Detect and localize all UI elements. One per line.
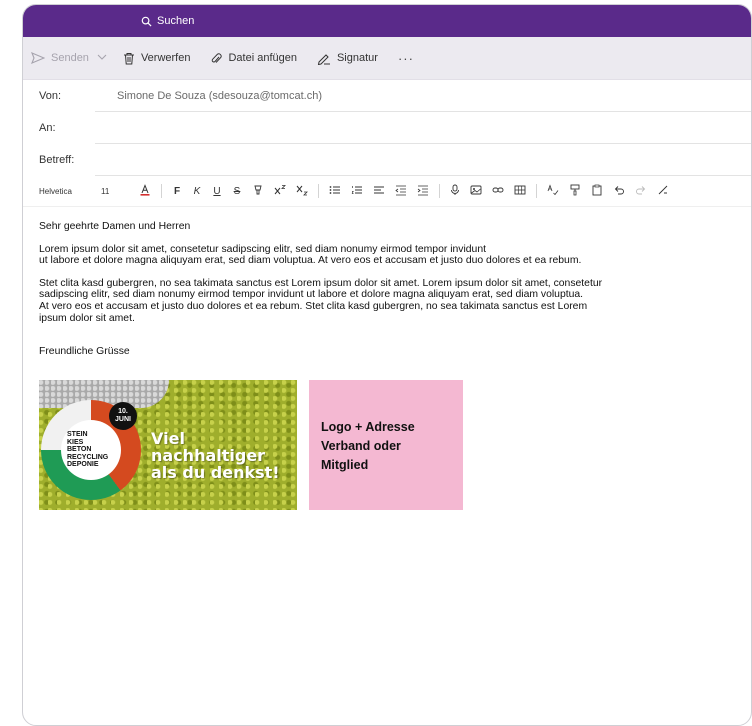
underline-button[interactable]: U bbox=[212, 186, 222, 197]
slogan-line: als du denkst! bbox=[151, 462, 280, 482]
closing: Freundliche Grüsse bbox=[39, 346, 130, 358]
campaign-banner-image: STEIN KIES BETON RECYCLING DEPONIE 10. J… bbox=[39, 379, 297, 510]
discard-button[interactable]: Verwerfen bbox=[123, 52, 191, 65]
banner-slogan: Viel nachhaltiger als du denkst! bbox=[151, 430, 297, 481]
toolbar-separator bbox=[536, 184, 537, 198]
mail-compose-window: Suchen Senden Verwerfen Datei anfügen Si… bbox=[22, 4, 752, 726]
search-box[interactable]: Suchen bbox=[141, 11, 194, 31]
highlight-icon[interactable] bbox=[252, 184, 264, 199]
text-line: ut labore et dolore magna aliquyam erat,… bbox=[39, 255, 582, 267]
greeting: Sehr geehrte Damen und Herren bbox=[39, 221, 191, 232]
attach-file-button[interactable]: Datei anfügen bbox=[210, 52, 297, 65]
trash-icon bbox=[123, 52, 135, 65]
toolbar-separator bbox=[439, 184, 440, 198]
formatting-toolbar: Helvetica 11 F K U S bbox=[23, 176, 751, 207]
send-options-chevron-down-icon[interactable] bbox=[97, 52, 107, 64]
date-month: JUNI bbox=[115, 415, 131, 423]
from-field[interactable]: Von: Simone De Souza (sdesouza@tomcat.ch… bbox=[23, 80, 751, 112]
logo-text-line: RECYCLING bbox=[67, 453, 109, 461]
paperclip-icon bbox=[210, 52, 223, 65]
signature-button[interactable]: Signatur bbox=[317, 52, 378, 65]
toolbar-separator bbox=[318, 184, 319, 198]
font-family-select[interactable]: Helvetica bbox=[39, 187, 91, 196]
increase-indent-icon[interactable] bbox=[417, 184, 429, 199]
format-painter-icon[interactable] bbox=[569, 184, 581, 199]
logo-text-line: STEIN bbox=[67, 431, 88, 438]
decrease-indent-icon[interactable] bbox=[395, 184, 407, 199]
send-button[interactable]: Senden bbox=[31, 52, 89, 64]
to-label: An: bbox=[39, 122, 56, 134]
paragraph-1: Lorem ipsum dolor sit amet, consetetur s… bbox=[39, 244, 735, 267]
signature-images: STEIN KIES BETON RECYCLING DEPONIE 10. J… bbox=[39, 379, 735, 510]
text-line: At vero eos et accusam et justo duo dolo… bbox=[39, 300, 588, 312]
date-badge: 10. JUNI bbox=[109, 401, 137, 430]
send-label: Senden bbox=[51, 52, 89, 64]
spellcheck-icon[interactable] bbox=[547, 183, 559, 199]
table-icon[interactable] bbox=[514, 184, 526, 199]
link-icon[interactable] bbox=[492, 184, 504, 199]
dictate-icon[interactable] bbox=[450, 184, 460, 199]
font-size-select[interactable]: 11 bbox=[101, 187, 129, 196]
font-color-icon[interactable] bbox=[139, 183, 151, 199]
text-line: sadipscing elitr, sed diam nonumy eirmod… bbox=[39, 289, 584, 301]
more-options-button[interactable]: ··· bbox=[398, 51, 414, 66]
italic-button[interactable]: K bbox=[192, 186, 202, 197]
bold-button[interactable]: F bbox=[172, 186, 182, 197]
paragraph-2: Stet clita kasd gubergren, no sea takima… bbox=[39, 278, 735, 324]
from-value[interactable]: Simone De Souza (sdesouza@tomcat.ch) bbox=[101, 90, 322, 102]
slogan-line: Viel nachhaltiger bbox=[151, 428, 266, 465]
align-icon[interactable] bbox=[373, 184, 385, 199]
redo-icon[interactable] bbox=[635, 184, 647, 199]
signature-label: Signatur bbox=[336, 52, 378, 64]
compose-toolbar: Senden Verwerfen Datei anfügen Signatur … bbox=[23, 37, 751, 80]
clear-formatting-icon[interactable] bbox=[657, 184, 669, 199]
toolbar-separator bbox=[161, 184, 162, 198]
from-label: Von: bbox=[39, 90, 62, 102]
logo-address-placeholder: Logo + Adresse Verband oder Mitglied bbox=[309, 379, 463, 510]
logo-text-line: BETON bbox=[67, 446, 92, 453]
image-icon[interactable] bbox=[470, 184, 482, 199]
logo-text-line: KIES bbox=[67, 438, 84, 446]
text-line: ipsum dolor sit amet. bbox=[39, 312, 135, 324]
placeholder-line: Mitglied bbox=[321, 457, 369, 472]
subject-field[interactable]: Betreff: bbox=[23, 144, 751, 176]
subscript-icon[interactable] bbox=[296, 184, 308, 199]
pen-icon bbox=[317, 52, 331, 65]
subject-label: Betreff: bbox=[39, 154, 75, 166]
discard-label: Verwerfen bbox=[140, 52, 191, 64]
undo-icon[interactable] bbox=[613, 184, 625, 199]
send-icon bbox=[31, 52, 45, 64]
logo-text-line: DEPONIE bbox=[67, 461, 99, 468]
search-label: Suchen bbox=[157, 15, 195, 27]
bullet-list-icon[interactable] bbox=[329, 184, 341, 199]
text-line: Lorem ipsum dolor sit amet, consetetur s… bbox=[39, 243, 487, 255]
message-body[interactable]: Sehr geehrte Damen und Herren Lorem ipsu… bbox=[23, 207, 751, 510]
superscript-icon[interactable] bbox=[274, 184, 286, 199]
text-line: Stet clita kasd gubergren, no sea takima… bbox=[39, 277, 603, 289]
paste-icon[interactable] bbox=[591, 184, 603, 199]
search-icon bbox=[141, 16, 152, 27]
top-bar: Suchen bbox=[23, 5, 751, 37]
attach-label: Datei anfügen bbox=[228, 52, 297, 64]
placeholder-line: Verband oder bbox=[321, 438, 401, 453]
to-field[interactable]: An: bbox=[23, 112, 751, 144]
divider bbox=[95, 175, 751, 176]
numbered-list-icon[interactable] bbox=[351, 184, 363, 199]
strikethrough-button[interactable]: S bbox=[232, 186, 242, 197]
placeholder-line: Logo + Adresse bbox=[321, 419, 415, 434]
campaign-logo-text: STEIN KIES BETON RECYCLING DEPONIE bbox=[61, 419, 121, 480]
date-day: 10. bbox=[118, 407, 128, 415]
